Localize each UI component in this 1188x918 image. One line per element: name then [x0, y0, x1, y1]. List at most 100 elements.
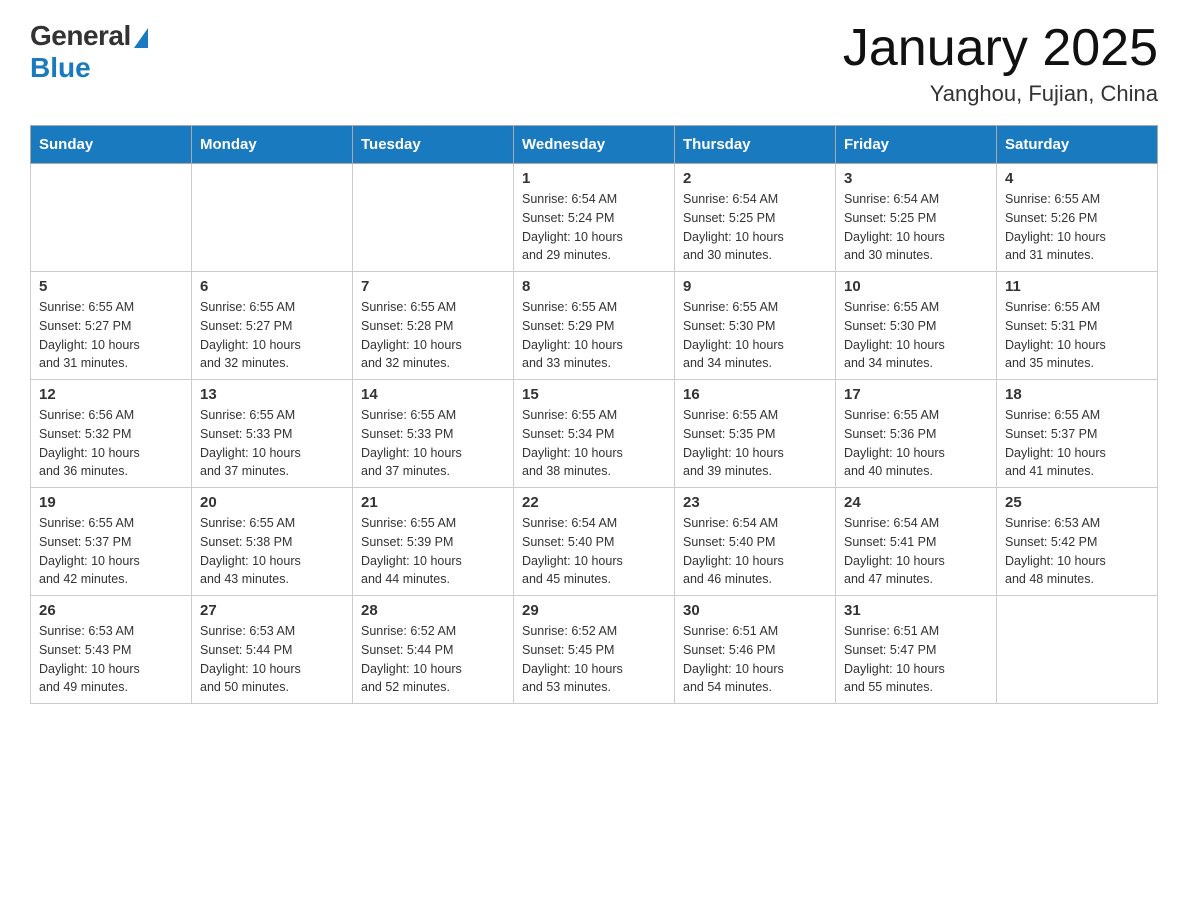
calendar-cell: 28Sunrise: 6:52 AMSunset: 5:44 PMDayligh… [353, 596, 514, 704]
day-number: 17 [844, 386, 988, 403]
calendar-cell: 12 Sunrise: 6:56 AMSunset: 5:32 PMDayligh… [31, 380, 192, 488]
day-info: Sunrise: 6:55 AMSunset: 5:27 PMDaylight:… [39, 300, 140, 370]
day-number: 31 [844, 602, 988, 619]
calendar-cell: 14 Sunrise: 6:55 AMSunset: 5:33 PMDayligh… [353, 380, 514, 488]
day-info: Sunrise: 6:51 AMSunset: 5:46 PMDaylight:… [683, 624, 784, 694]
day-number: 13 [200, 386, 344, 403]
calendar-cell: 10Sunrise: 6:55 AMSunset: 5:30 PMDayligh… [836, 272, 997, 380]
calendar-cell: 8 Sunrise: 6:55 AMSunset: 5:29 PMDaylight… [514, 272, 675, 380]
day-info: Sunrise: 6:55 AMSunset: 5:37 PMDaylight:… [39, 516, 140, 586]
calendar-week-row: 19 Sunrise: 6:55 AMSunset: 5:37 PMDayligh… [31, 488, 1158, 596]
calendar-cell: 2 Sunrise: 6:54 AMSunset: 5:25 PMDaylight… [675, 164, 836, 272]
calendar-header-row: SundayMondayTuesdayWednesdayThursdayFrid… [31, 126, 1158, 164]
column-header-sunday: Sunday [31, 126, 192, 164]
calendar-week-row: 1 Sunrise: 6:54 AMSunset: 5:24 PMDaylight… [31, 164, 1158, 272]
day-number: 15 [522, 386, 666, 403]
day-number: 5 [39, 278, 183, 295]
day-info: Sunrise: 6:55 AMSunset: 5:33 PMDaylight:… [200, 408, 301, 478]
calendar-cell: 22 Sunrise: 6:54 AMSunset: 5:40 PMDayligh… [514, 488, 675, 596]
day-number: 18 [1005, 386, 1149, 403]
day-info: Sunrise: 6:53 AMSunset: 5:43 PMDaylight:… [39, 624, 140, 694]
calendar-cell [353, 164, 514, 272]
calendar-cell: 31Sunrise: 6:51 AMSunset: 5:47 PMDayligh… [836, 596, 997, 704]
title-block: January 2025 Yanghou, Fujian, China [843, 20, 1158, 107]
calendar-cell: 9 Sunrise: 6:55 AMSunset: 5:30 PMDaylight… [675, 272, 836, 380]
day-number: 12 [39, 386, 183, 403]
day-number: 24 [844, 494, 988, 511]
day-number: 26 [39, 602, 183, 619]
calendar-cell: 13 Sunrise: 6:55 AMSunset: 5:33 PMDayligh… [192, 380, 353, 488]
day-number: 16 [683, 386, 827, 403]
calendar-cell [192, 164, 353, 272]
day-number: 3 [844, 170, 988, 187]
calendar-cell: 29 Sunrise: 6:52 AMSunset: 5:45 PMDayligh… [514, 596, 675, 704]
calendar-cell: 21Sunrise: 6:55 AMSunset: 5:39 PMDayligh… [353, 488, 514, 596]
day-number: 7 [361, 278, 505, 295]
calendar-cell [31, 164, 192, 272]
calendar-cell: 20 Sunrise: 6:55 AMSunset: 5:38 PMDayligh… [192, 488, 353, 596]
calendar-cell: 17 Sunrise: 6:55 AMSunset: 5:36 PMDayligh… [836, 380, 997, 488]
day-info: Sunrise: 6:54 AMSunset: 5:25 PMDaylight:… [683, 192, 784, 262]
day-number: 9 [683, 278, 827, 295]
logo-blue-text: Blue [30, 52, 91, 84]
calendar-cell: 30Sunrise: 6:51 AMSunset: 5:46 PMDayligh… [675, 596, 836, 704]
day-number: 10 [844, 278, 988, 295]
day-info: Sunrise: 6:55 AMSunset: 5:34 PMDaylight:… [522, 408, 623, 478]
day-number: 2 [683, 170, 827, 187]
column-header-friday: Friday [836, 126, 997, 164]
calendar-cell: 5 Sunrise: 6:55 AMSunset: 5:27 PMDaylight… [31, 272, 192, 380]
day-info: Sunrise: 6:55 AMSunset: 5:36 PMDaylight:… [844, 408, 945, 478]
column-header-saturday: Saturday [997, 126, 1158, 164]
day-number: 6 [200, 278, 344, 295]
day-info: Sunrise: 6:55 AMSunset: 5:37 PMDaylight:… [1005, 408, 1106, 478]
logo: General Blue [30, 20, 148, 84]
day-info: Sunrise: 6:54 AMSunset: 5:24 PMDaylight:… [522, 192, 623, 262]
calendar-cell: 1 Sunrise: 6:54 AMSunset: 5:24 PMDaylight… [514, 164, 675, 272]
day-info: Sunrise: 6:54 AMSunset: 5:40 PMDaylight:… [683, 516, 784, 586]
day-info: Sunrise: 6:52 AMSunset: 5:45 PMDaylight:… [522, 624, 623, 694]
day-info: Sunrise: 6:55 AMSunset: 5:31 PMDaylight:… [1005, 300, 1106, 370]
day-info: Sunrise: 6:53 AMSunset: 5:42 PMDaylight:… [1005, 516, 1106, 586]
day-info: Sunrise: 6:55 AMSunset: 5:33 PMDaylight:… [361, 408, 462, 478]
day-info: Sunrise: 6:55 AMSunset: 5:30 PMDaylight:… [683, 300, 784, 370]
calendar-week-row: 26 Sunrise: 6:53 AMSunset: 5:43 PMDayligh… [31, 596, 1158, 704]
day-info: Sunrise: 6:55 AMSunset: 5:29 PMDaylight:… [522, 300, 623, 370]
day-number: 28 [361, 602, 505, 619]
day-number: 11 [1005, 278, 1149, 295]
day-number: 14 [361, 386, 505, 403]
calendar-cell: 3Sunrise: 6:54 AMSunset: 5:25 PMDaylight… [836, 164, 997, 272]
day-number: 4 [1005, 170, 1149, 187]
day-info: Sunrise: 6:53 AMSunset: 5:44 PMDaylight:… [200, 624, 301, 694]
calendar-location: Yanghou, Fujian, China [843, 81, 1158, 107]
calendar-cell: 27Sunrise: 6:53 AMSunset: 5:44 PMDayligh… [192, 596, 353, 704]
day-info: Sunrise: 6:55 AMSunset: 5:38 PMDaylight:… [200, 516, 301, 586]
logo-triangle-icon [134, 28, 148, 48]
calendar-cell: 24 Sunrise: 6:54 AMSunset: 5:41 PMDayligh… [836, 488, 997, 596]
day-info: Sunrise: 6:55 AMSunset: 5:26 PMDaylight:… [1005, 192, 1106, 262]
column-header-wednesday: Wednesday [514, 126, 675, 164]
calendar-cell: 16Sunrise: 6:55 AMSunset: 5:35 PMDayligh… [675, 380, 836, 488]
column-header-tuesday: Tuesday [353, 126, 514, 164]
day-number: 20 [200, 494, 344, 511]
calendar-cell: 7Sunrise: 6:55 AMSunset: 5:28 PMDaylight… [353, 272, 514, 380]
day-info: Sunrise: 6:55 AMSunset: 5:27 PMDaylight:… [200, 300, 301, 370]
day-info: Sunrise: 6:54 AMSunset: 5:40 PMDaylight:… [522, 516, 623, 586]
day-info: Sunrise: 6:56 AMSunset: 5:32 PMDaylight:… [39, 408, 140, 478]
day-number: 29 [522, 602, 666, 619]
calendar-cell: 23Sunrise: 6:54 AMSunset: 5:40 PMDayligh… [675, 488, 836, 596]
day-number: 22 [522, 494, 666, 511]
column-header-thursday: Thursday [675, 126, 836, 164]
calendar-cell: 19 Sunrise: 6:55 AMSunset: 5:37 PMDayligh… [31, 488, 192, 596]
calendar-cell: 4 Sunrise: 6:55 AMSunset: 5:26 PMDaylight… [997, 164, 1158, 272]
day-number: 1 [522, 170, 666, 187]
calendar-cell: 25 Sunrise: 6:53 AMSunset: 5:42 PMDayligh… [997, 488, 1158, 596]
calendar-week-row: 12 Sunrise: 6:56 AMSunset: 5:32 PMDayligh… [31, 380, 1158, 488]
calendar-cell: 11 Sunrise: 6:55 AMSunset: 5:31 PMDayligh… [997, 272, 1158, 380]
calendar-title: January 2025 [843, 20, 1158, 77]
day-number: 19 [39, 494, 183, 511]
day-info: Sunrise: 6:54 AMSunset: 5:41 PMDaylight:… [844, 516, 945, 586]
day-number: 25 [1005, 494, 1149, 511]
calendar-cell [997, 596, 1158, 704]
day-number: 8 [522, 278, 666, 295]
page-header: General Blue January 2025 Yanghou, Fujia… [30, 20, 1158, 107]
